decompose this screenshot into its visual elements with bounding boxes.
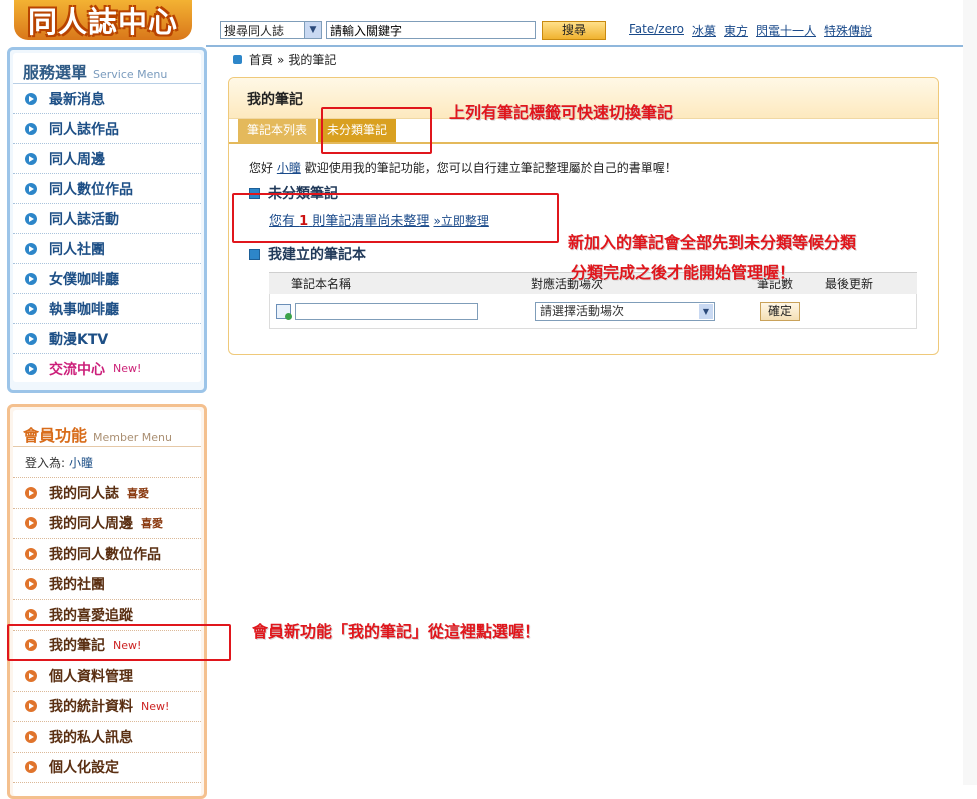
member-item-my-digital[interactable]: 我的同人數位作品 xyxy=(13,539,201,570)
member-menu-title: 會員功能 xyxy=(23,426,88,445)
hot-link[interactable]: 閃電十一人 xyxy=(756,22,816,39)
annotation-uncategorized-2: 分類完成之後才能開始管理喔！ xyxy=(571,263,796,282)
service-menu: 服務選單 Service Menu 最新消息 同人誌作品 同人周邊 同人數位作品… xyxy=(7,47,207,393)
arrow-bullet-icon xyxy=(25,182,37,195)
service-item-circles[interactable]: 同人社團 xyxy=(13,234,201,264)
search-input[interactable] xyxy=(326,21,536,39)
service-item-butler-cafe[interactable]: 執事咖啡廳 xyxy=(13,294,201,324)
login-status: 登入為: 小瞳 xyxy=(13,447,201,478)
annotation-box-my-notes xyxy=(7,624,231,661)
arrow-bullet-icon xyxy=(25,302,37,315)
search-scope-select[interactable]: 搜尋同人誌 ▼ xyxy=(220,21,322,39)
breadcrumb-home[interactable]: 首頁 xyxy=(249,51,273,68)
hot-link[interactable]: 冰菓 xyxy=(692,22,716,39)
arrow-bullet-icon xyxy=(25,730,37,743)
arrow-bullet-icon xyxy=(25,122,37,135)
member-menu-header: 會員功能 Member Menu xyxy=(13,410,201,447)
member-item-my-goods[interactable]: 我的同人周邊 喜愛 xyxy=(13,509,201,539)
new-badge: New! xyxy=(141,699,170,713)
annotation-box-uncategorized xyxy=(232,193,559,243)
search-button[interactable]: 搜尋 xyxy=(542,20,606,40)
hot-link[interactable]: 特殊傳說 xyxy=(824,22,872,39)
service-menu-header: 服務選單 Service Menu xyxy=(13,53,201,84)
breadcrumb: 首頁 » 我的筆記 xyxy=(233,51,336,68)
arrow-bullet-icon xyxy=(25,486,37,499)
col-last-updated: 最後更新 xyxy=(825,277,874,291)
search-bar: 搜尋同人誌 ▼ 搜尋 xyxy=(220,20,606,40)
hot-link[interactable]: 東方 xyxy=(724,22,748,39)
new-badge: New! xyxy=(113,362,142,375)
welcome-message: 您好 小瞳 歡迎使用我的筆記功能，您可以自行建立筆記整理屬於自己的書單喔！ xyxy=(249,161,677,175)
member-item-my-doujinshi[interactable]: 我的同人誌 喜愛 xyxy=(13,478,201,509)
chevron-down-icon: ▼ xyxy=(699,303,713,319)
arrow-bullet-icon xyxy=(25,272,37,285)
breadcrumb-separator: » xyxy=(277,52,285,67)
service-item-goods[interactable]: 同人周邊 xyxy=(13,144,201,174)
service-menu-title: 服務選單 xyxy=(23,63,88,82)
page-title: 我的筆記 xyxy=(247,92,303,108)
hot-link[interactable]: Fate/zero xyxy=(629,22,684,39)
page-scrollbar[interactable] xyxy=(963,0,977,785)
service-item-news[interactable]: 最新消息 xyxy=(13,84,201,114)
username-link[interactable]: 小瞳 xyxy=(69,454,93,471)
arrow-bullet-icon xyxy=(25,242,37,255)
member-menu-subtitle: Member Menu xyxy=(93,431,172,444)
arrow-bullet-icon xyxy=(25,761,37,774)
arrow-bullet-icon xyxy=(25,700,37,713)
member-item-stats[interactable]: 我的統計資料 New! xyxy=(13,692,201,722)
search-scope-value: 搜尋同人誌 xyxy=(224,23,285,38)
header-divider xyxy=(206,45,977,47)
annotation-my-notes: 會員新功能「我的筆記」從這裡點選喔！ xyxy=(252,622,541,641)
member-item-messages[interactable]: 我的私人訊息 xyxy=(13,722,201,753)
member-item-profile[interactable]: 個人資料管理 xyxy=(13,661,201,692)
service-item-ktv[interactable]: 動漫KTV xyxy=(13,324,201,354)
breadcrumb-current: 我的筆記 xyxy=(288,53,337,67)
service-item-digital[interactable]: 同人數位作品 xyxy=(13,174,201,204)
site-stats-strip xyxy=(220,0,600,4)
arrow-bullet-icon xyxy=(25,517,37,530)
arrow-bullet-icon xyxy=(25,578,37,591)
arrow-bullet-icon xyxy=(25,608,37,621)
service-item-doujinshi[interactable]: 同人誌作品 xyxy=(13,114,201,144)
member-menu: 會員功能 Member Menu 登入為: 小瞳 我的同人誌 喜愛 我的同人周邊喜… xyxy=(7,404,207,799)
site-logo[interactable]: 同人誌中心 xyxy=(14,0,192,40)
notebook-name-input[interactable] xyxy=(295,302,478,320)
add-notebook-icon xyxy=(276,303,292,320)
annotation-uncategorized-1: 新加入的筆記會全部先到未分類等候分類 xyxy=(568,233,857,252)
new-notebook-row: 請選擇活動場次 ▼ 確定 xyxy=(269,294,917,329)
arrow-bullet-icon xyxy=(25,92,37,105)
service-item-community[interactable]: 交流中心 New! xyxy=(13,354,201,383)
arrow-bullet-icon xyxy=(25,547,37,560)
square-bullet-icon xyxy=(233,55,242,64)
top-header: 同人誌中心 搜尋同人誌 ▼ 搜尋 Fate/zero 冰菓 東方 閃電十一人 特… xyxy=(0,0,977,45)
member-item-my-circles[interactable]: 我的社團 xyxy=(13,570,201,600)
welcome-username[interactable]: 小瞳 xyxy=(277,161,301,175)
hot-keyword-links: Fate/zero 冰菓 東方 閃電十一人 特殊傳說 xyxy=(629,22,872,39)
service-item-events[interactable]: 同人誌活動 xyxy=(13,204,201,234)
arrow-bullet-icon xyxy=(25,152,37,165)
square-bullet-icon xyxy=(249,248,260,260)
service-item-maid-cafe[interactable]: 女僕咖啡廳 xyxy=(13,264,201,294)
annotation-box-tabs xyxy=(321,107,432,154)
confirm-button[interactable]: 確定 xyxy=(760,301,800,321)
tab-notebook-list[interactable]: 筆記本列表 xyxy=(238,119,317,142)
member-item-settings[interactable]: 個人化設定 xyxy=(13,753,201,783)
service-menu-subtitle: Service Menu xyxy=(93,68,168,81)
arrow-bullet-icon xyxy=(25,669,37,682)
col-notebook-name: 筆記本名稱 xyxy=(291,277,352,291)
my-notebooks-section-title: 我建立的筆記本 xyxy=(249,244,366,264)
event-select[interactable]: 請選擇活動場次 ▼ xyxy=(535,301,715,321)
arrow-bullet-icon xyxy=(25,332,37,345)
arrow-bullet-icon xyxy=(25,362,37,375)
annotation-tabs: 上列有筆記標籤可快速切換筆記 xyxy=(449,103,674,122)
chevron-down-icon: ▼ xyxy=(304,22,321,38)
arrow-bullet-icon xyxy=(25,212,37,225)
